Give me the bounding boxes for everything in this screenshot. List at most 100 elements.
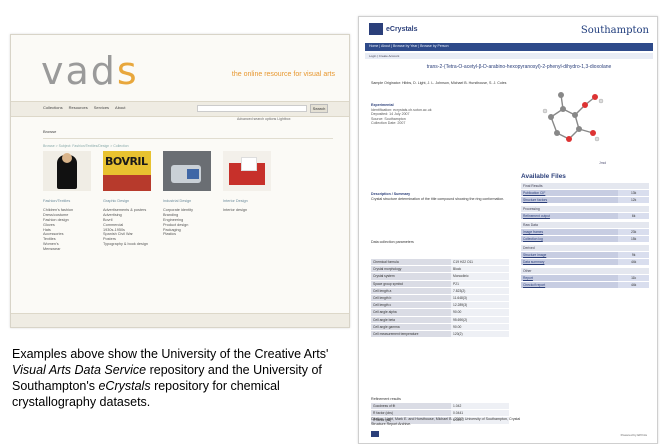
table-row: Cell measurement temperature 120(2) [371,330,509,339]
file-link[interactable]: Structure image [521,252,619,258]
eprints-logo-icon [371,431,379,437]
vads-column: Fashion/Textiles Children's fashion Dres… [43,199,91,252]
file-link[interactable]: Data summary [521,259,619,265]
vads-column-head[interactable]: Industrial Design [163,199,211,204]
vads-breadcrumb[interactable]: Browse > Subject: Fashion/Textiles/Desig… [43,144,129,148]
table-key: Cell measurement temperature [371,330,452,339]
table-row: Cell angle gamma 90.00 [371,323,509,331]
ecrystals-subnav [365,53,653,59]
file-link[interactable]: Structure factors [521,197,619,203]
interior-design-thumbnail[interactable] [223,151,271,191]
file-row[interactable]: Structure image 9k [521,251,649,258]
table-key: Crystal system [371,273,452,281]
ecrystals-login-links[interactable]: Login | Create Account [369,54,399,58]
file-row[interactable]: Report 11k [521,274,649,281]
data-collection-heading: Data collection parameters [371,240,414,244]
vads-footer [11,313,349,327]
table-value: 95.690(2) [451,316,509,324]
vads-screenshot: vads the online resource for visual arts… [10,34,350,328]
vads-search-input[interactable] [197,105,307,112]
file-link[interactable]: Refinement output [521,213,619,219]
caption-vads-name: Visual Arts Data Service [12,363,147,377]
file-link[interactable]: Report [521,275,619,281]
vads-col-item[interactable]: Interior design [223,208,271,213]
table-row: Cell angle beta 95.690(2) [371,316,509,324]
file-link[interactable]: Checkcif report [521,282,619,288]
file-link[interactable]: Image frames [521,229,619,235]
vads-browse-heading: Browse [43,129,57,134]
file-link[interactable]: Collection log [521,236,619,242]
vads-column-head[interactable]: Graphic Design [103,199,151,204]
file-size: 11k [618,275,649,281]
record-description: Description / Summary Crystal structure … [371,192,521,201]
file-group: Processing Refinement output 6k [521,206,649,219]
vads-column-head[interactable]: Fashion/Textiles [43,199,91,204]
file-size: 9k [618,252,649,258]
table-value: P21 [451,280,509,288]
vads-column: Graphic Design Advertisements & posters … [103,199,151,252]
record-authors: Sample Originator: Hibbs, D. Light, J. L… [371,81,507,85]
vads-search-button[interactable]: Search [310,104,328,113]
file-row[interactable]: Checkcif report 44k [521,281,649,288]
file-row[interactable]: Refinement output 6k [521,212,649,219]
file-group: Raw Data Image frames 23k Collection log 1… [521,222,649,242]
fashion-thumbnail[interactable] [43,151,91,191]
file-size: 44k [618,259,649,265]
file-row[interactable]: Image frames 23k [521,228,649,235]
vads-divider [43,138,333,139]
molecule-structure-image[interactable] [531,81,611,153]
refinement-heading: Refinement results [371,397,401,401]
jmol-link[interactable]: Jmol [599,161,606,165]
table-value: 1.042 [451,403,509,411]
file-row[interactable]: Structure factors 12k [521,196,649,203]
ecrystals-screenshot: eCrystals Southampton Home | About | Bro… [358,16,658,444]
vads-column: Industrial Design Corporate identity Bra… [163,199,211,252]
vads-col-item[interactable]: Plastics [163,232,211,237]
file-size: 23k [618,229,649,235]
table-key: Cell length b [371,294,452,303]
file-size: 44k [618,282,649,288]
vads-logo: vads [41,49,139,93]
ecrystals-brand[interactable]: eCrystals [369,23,418,35]
ecrystals-nav-links[interactable]: Home | About | Browse by Year | Browse b… [369,44,449,48]
record-meta: Experimental Identification: ecrystals.c… [371,103,521,126]
vads-advanced-link[interactable]: Advanced search options Lightbox [237,117,291,121]
table-row: Space group symbol P21 [371,280,509,288]
table-value: 7.823(2) [451,287,509,295]
vads-col-item[interactable]: Menswear [43,247,91,252]
table-row: Crystal system Monoclinic [371,273,509,281]
description-text: Crystal structure determination of the t… [371,196,505,201]
file-row[interactable]: Publication CIF 13k [521,189,649,196]
industrial-design-thumbnail[interactable] [163,151,211,191]
southampton-logo: Southampton [580,25,649,36]
vads-nav-about[interactable]: About [115,105,125,110]
available-files-heading: Available Files [521,173,566,180]
table-key: Cell length c [371,302,452,310]
vads-col-item[interactable]: Typography & book design [103,242,151,247]
vads-category-columns: Fashion/Textiles Children's fashion Dres… [43,199,271,252]
vads-nav-services[interactable]: Services [94,105,109,110]
table-row: Cell length a 7.823(2) [371,287,509,295]
table-value: 12.289(3) [451,302,509,310]
vads-nav-resources[interactable]: Resources [69,105,88,110]
vads-thumbnails: BOVRIL [43,151,271,191]
file-link[interactable]: Publication CIF [521,190,619,196]
vads-nav-collections[interactable]: Collections [43,105,63,110]
file-group: Derived Structure image 9k Data summary 44… [521,245,649,265]
table-row: Chemical formula C19 H22 O11 [371,259,509,267]
file-size: 6k [618,213,649,219]
table-key: Chemical formula [371,259,452,267]
meta-line: Collection Date: 2007 [371,121,406,126]
crystal-data-table: Chemical formula C19 H22 O11 Crystal morp… [371,259,509,339]
file-row[interactable]: Collection log 15k [521,235,649,242]
footer-text: Powered by EPrints [620,433,647,437]
file-row[interactable]: Data summary 44k [521,258,649,265]
table-row: Cell length b 11.648(3) [371,294,509,303]
vads-column-head[interactable]: Interior Design [223,199,271,204]
ecrystals-logo-icon [369,23,383,35]
file-size: 15k [618,236,649,242]
bovril-poster-thumbnail[interactable]: BOVRIL [103,151,151,191]
vads-nav: Collections Resources Services About [43,105,126,110]
table-row: Crystal morphology Block [371,266,509,274]
table-value: 11.648(3) [451,294,509,303]
